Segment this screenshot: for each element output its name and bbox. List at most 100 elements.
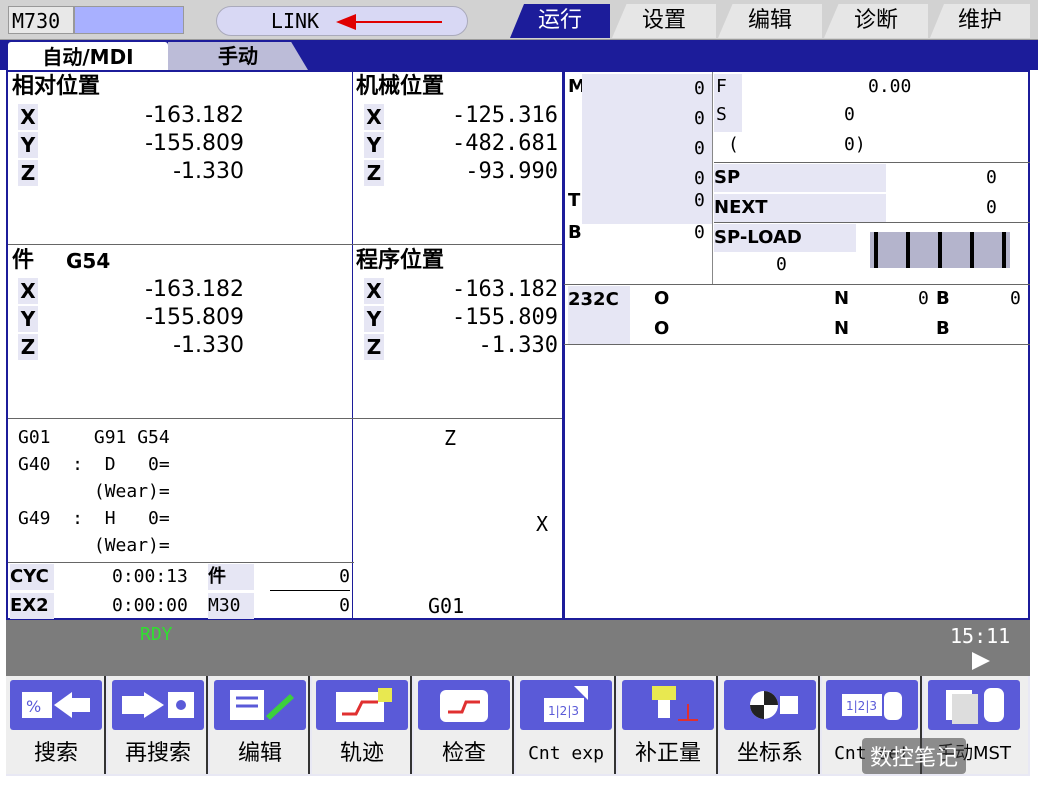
axis-label: Y xyxy=(364,132,384,158)
main-panel: 相对位置 X Y Z -163.182 -155.809 -1.330 机械位置… xyxy=(6,70,1030,620)
svg-text:1|2|3: 1|2|3 xyxy=(548,704,579,718)
modal-line: G40 : D 0= xyxy=(18,454,170,475)
search-icon: % xyxy=(10,680,102,730)
fkey-label: Cnt exp xyxy=(528,743,604,764)
axis-label: Y xyxy=(364,306,384,332)
rs232-n-label: N xyxy=(834,318,850,339)
count-expand-icon: 1|2|3 xyxy=(520,680,612,730)
rs232-label: 232C xyxy=(568,286,630,344)
fkey-offset[interactable]: 补正量 xyxy=(618,676,718,774)
graphic-z-label: Z xyxy=(444,426,457,450)
modal-line: G49 : H 0= xyxy=(18,508,170,529)
graphic-x-label: X xyxy=(536,512,549,536)
coordinate-icon xyxy=(724,680,816,730)
rs232-o-label: O xyxy=(654,318,670,339)
tab-manual[interactable]: 手动 xyxy=(168,42,308,70)
meter-tick xyxy=(938,232,942,268)
watermark: 数控笔记 xyxy=(862,738,967,774)
f-value: 0.00 xyxy=(868,76,912,97)
work-coordinate-code: G54 xyxy=(66,249,111,273)
model-label: M730 xyxy=(8,6,74,34)
work-x-value: -163.182 xyxy=(145,277,244,302)
tab-edit[interactable]: 编辑 xyxy=(718,4,822,38)
divider xyxy=(714,162,1030,163)
manual-mst-icon xyxy=(928,680,1020,730)
modal-line: (Wear)= xyxy=(18,535,170,556)
tab-run[interactable]: 运行 xyxy=(510,4,610,38)
machine-x-value: -125.316 xyxy=(452,103,558,128)
m30-label: M30 xyxy=(208,593,254,619)
relative-position-title: 相对位置 xyxy=(12,74,101,99)
graphic-gcode: G01 xyxy=(428,594,465,618)
divider xyxy=(8,562,354,563)
m-value: 0 xyxy=(694,138,705,159)
s-value: 0 xyxy=(844,104,855,125)
sp-load-label: SP-LOAD xyxy=(714,224,856,252)
fkey-count-exp[interactable]: 1|2|3 Cnt exp xyxy=(516,676,616,774)
trace-icon xyxy=(316,680,408,730)
program-y-value: -155.809 xyxy=(452,305,558,330)
tab-diagnose[interactable]: 诊断 xyxy=(824,4,928,38)
work-y-value: -155.809 xyxy=(145,305,244,330)
next-value: 0 xyxy=(986,197,997,218)
status-indicator xyxy=(74,6,184,34)
fkey-check[interactable]: 检查 xyxy=(414,676,514,774)
m-value: 0 xyxy=(694,78,705,99)
fkey-research[interactable]: 再搜索 xyxy=(108,676,208,774)
fkey-edit[interactable]: 编辑 xyxy=(210,676,310,774)
ex2-label: EX2 xyxy=(10,593,54,619)
tab-maintenance[interactable]: 维护 xyxy=(930,4,1030,38)
t-value: 0 xyxy=(694,190,705,211)
edit-icon xyxy=(214,680,306,730)
fkey-search[interactable]: % 搜索 xyxy=(6,676,106,774)
machine-y-value: -482.681 xyxy=(452,131,558,156)
rs232-b-label: B xyxy=(936,318,950,339)
research-icon xyxy=(112,680,204,730)
part-count-value: 0 xyxy=(270,564,350,591)
m-values-box xyxy=(582,74,712,224)
meter-tick xyxy=(970,232,974,268)
ready-status: RDY xyxy=(140,624,173,645)
arrow-left-icon xyxy=(336,14,442,30)
fkey-label: 坐标系 xyxy=(736,741,803,766)
fkey-label: 检查 xyxy=(441,741,486,766)
axis-label: Z xyxy=(364,334,384,360)
t-label: T xyxy=(568,190,581,211)
f-label: F xyxy=(716,76,727,97)
divider xyxy=(564,284,1030,285)
fkey-coordinate[interactable]: 坐标系 xyxy=(720,676,820,774)
tab-auto-mdi[interactable]: 自动/MDI xyxy=(8,42,168,72)
rs232-o-label: O xyxy=(654,288,670,309)
sp-load-value: 0 xyxy=(776,254,787,275)
next-page-icon[interactable] xyxy=(972,652,990,670)
b-value: 0 xyxy=(694,222,705,243)
tool-offset-icon xyxy=(622,680,714,730)
m30-value: 0 xyxy=(339,595,350,616)
sp-label: SP xyxy=(714,164,886,192)
modal-line: G01 G91 G54 xyxy=(18,427,170,448)
work-z-value: -1.330 xyxy=(173,333,244,358)
fkey-label: 再搜索 xyxy=(124,741,191,766)
sp-value: 0 xyxy=(986,167,997,188)
cyc-time: 0:00:13 xyxy=(112,566,188,587)
axis-label: Z xyxy=(18,160,38,186)
relative-y-value: -155.809 xyxy=(145,131,244,156)
rs232-b-label: B xyxy=(936,288,950,309)
divider xyxy=(714,222,1030,223)
s-command-value: 0) xyxy=(844,134,866,155)
fkey-label: 搜索 xyxy=(33,741,78,766)
divider xyxy=(562,72,565,620)
meter-tick xyxy=(874,232,878,268)
ex2-time: 0:00:00 xyxy=(112,595,188,616)
divider xyxy=(352,72,353,620)
fkey-trace[interactable]: 轨迹 xyxy=(312,676,412,774)
rs232-b-value: 0 xyxy=(1010,288,1021,309)
program-z-value: -1.330 xyxy=(478,333,558,358)
link-label: LINK xyxy=(270,9,320,33)
machine-position-title: 机械位置 xyxy=(356,74,445,99)
fkey-label: 编辑 xyxy=(237,741,282,766)
rs232-n-label: N xyxy=(834,288,850,309)
axis-label: X xyxy=(18,104,38,130)
tab-setup[interactable]: 设置 xyxy=(612,4,716,38)
axis-label: Y xyxy=(18,306,38,332)
